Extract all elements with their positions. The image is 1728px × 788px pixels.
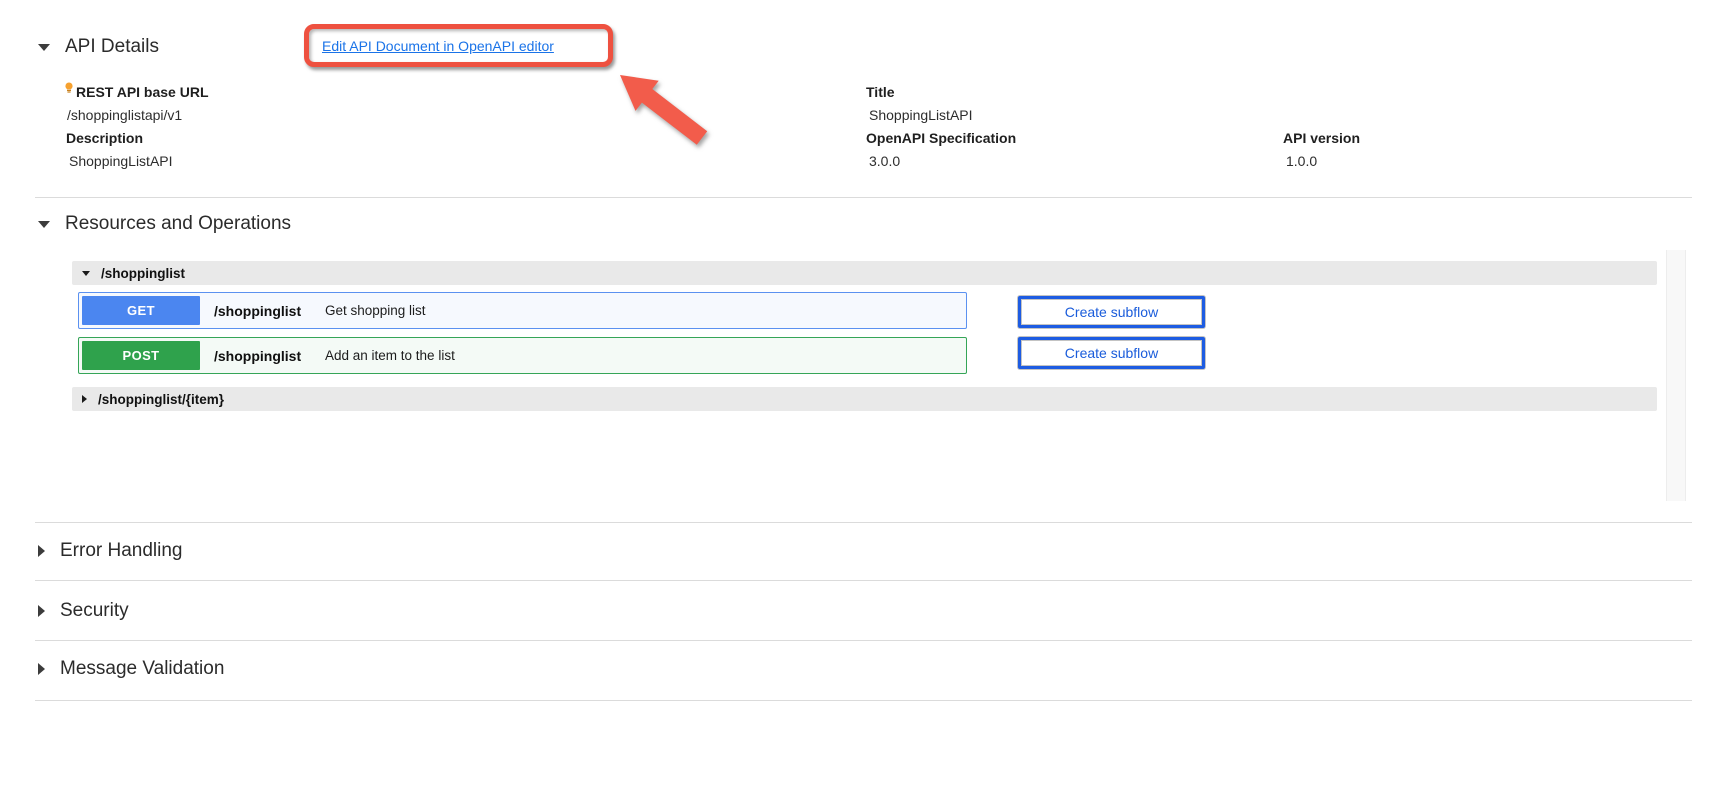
- chevron-right-icon: [82, 395, 87, 403]
- section-header-message-validation[interactable]: Message Validation: [38, 658, 224, 680]
- lightbulb-icon: [64, 82, 74, 95]
- section-header-error-handling[interactable]: Error Handling: [38, 540, 183, 562]
- section-header-security[interactable]: Security: [38, 600, 129, 622]
- section-title: Security: [60, 600, 129, 622]
- annotation-highlight-box: Edit API Document in OpenAPI editor: [304, 24, 613, 67]
- create-subflow-button-get[interactable]: Create subflow: [1018, 296, 1205, 328]
- chevron-down-icon: [38, 44, 50, 51]
- divider: [35, 580, 1692, 581]
- field-label: REST API base URL: [64, 81, 209, 104]
- chevron-down-icon: [38, 221, 50, 228]
- operation-description: Get shopping list: [325, 303, 426, 318]
- chevron-right-icon: [38, 545, 45, 557]
- field-value: 1.0.0: [1283, 150, 1360, 173]
- section-title: Resources and Operations: [65, 213, 291, 235]
- section-title: Error Handling: [60, 540, 183, 562]
- field-title: Title ShoppingListAPI: [866, 81, 973, 127]
- divider: [35, 700, 1692, 701]
- section-title: API Details: [65, 36, 159, 58]
- field-description: Description ShoppingListAPI: [66, 127, 173, 173]
- field-label: Description: [66, 127, 173, 150]
- section-title: Message Validation: [60, 658, 224, 680]
- field-value: ShoppingListAPI: [66, 150, 173, 173]
- operation-description: Add an item to the list: [325, 348, 455, 363]
- resource-group-shoppinglist[interactable]: /shoppinglist: [72, 261, 1657, 285]
- scrollbar[interactable]: [1666, 250, 1686, 501]
- field-label: API version: [1283, 127, 1360, 150]
- field-label: OpenAPI Specification: [866, 127, 1016, 150]
- create-subflow-button-post[interactable]: Create subflow: [1018, 337, 1205, 369]
- resource-group-shoppinglist-item[interactable]: /shoppinglist/{item}: [72, 387, 1657, 411]
- operation-row-post-shoppinglist[interactable]: POST /shoppinglist Add an item to the li…: [78, 337, 967, 374]
- method-badge-get: GET: [82, 296, 200, 325]
- chevron-right-icon: [38, 663, 45, 675]
- operation-path: /shoppinglist: [214, 348, 311, 364]
- resource-path: /shoppinglist/{item}: [98, 392, 224, 407]
- divider: [35, 640, 1692, 641]
- divider: [35, 522, 1692, 523]
- section-header-api-details[interactable]: API Details: [38, 36, 159, 58]
- method-badge-post: POST: [82, 341, 200, 370]
- api-configuration-panel: API Details Edit API Document in OpenAPI…: [0, 0, 1728, 788]
- operation-path: /shoppinglist: [214, 303, 311, 319]
- annotation-arrow-icon: [585, 60, 725, 155]
- operation-row-get-shoppinglist[interactable]: GET /shoppinglist Get shopping list: [78, 292, 967, 329]
- field-rest-api-base-url: REST API base URL /shoppinglistapi/v1: [64, 81, 209, 127]
- field-value: 3.0.0: [866, 150, 1016, 173]
- resource-path: /shoppinglist: [101, 266, 185, 281]
- field-openapi-specification: OpenAPI Specification 3.0.0: [866, 127, 1016, 173]
- section-header-resources-and-operations[interactable]: Resources and Operations: [38, 213, 291, 235]
- edit-api-document-link[interactable]: Edit API Document in OpenAPI editor: [322, 38, 554, 54]
- chevron-right-icon: [38, 605, 45, 617]
- chevron-down-icon: [82, 271, 90, 276]
- field-api-version: API version 1.0.0: [1283, 127, 1360, 173]
- field-value: ShoppingListAPI: [866, 104, 973, 127]
- field-label: Title: [866, 81, 973, 104]
- field-value: /shoppinglistapi/v1: [64, 104, 209, 127]
- divider: [35, 197, 1692, 198]
